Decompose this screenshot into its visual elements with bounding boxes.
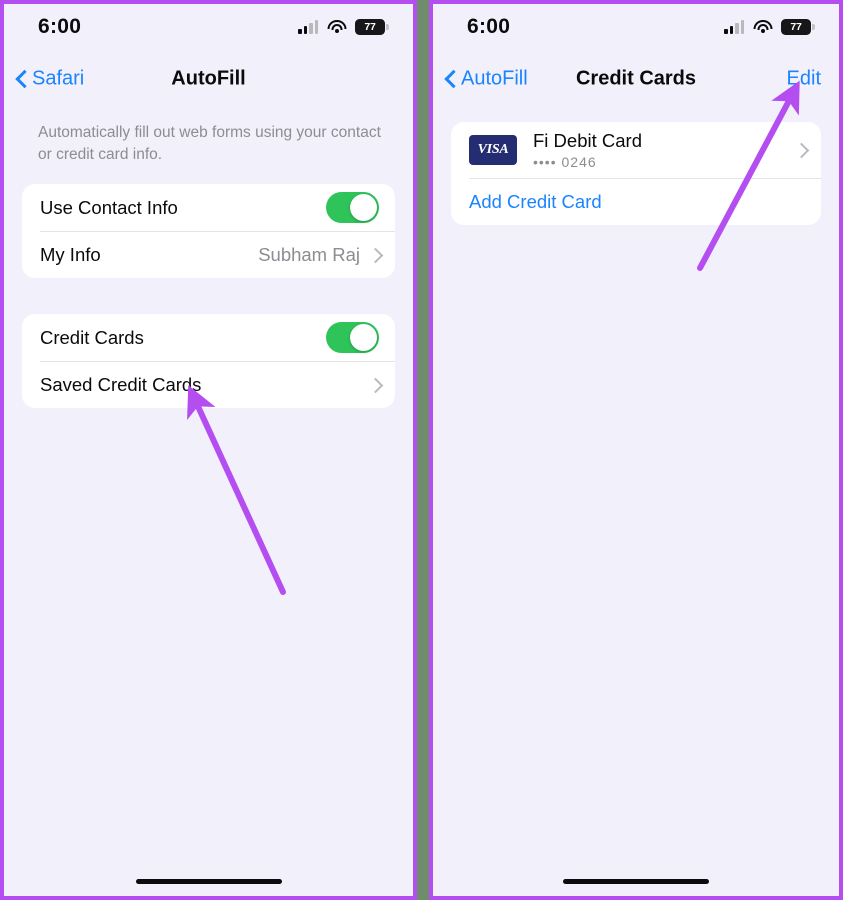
card-name-label: Fi Debit Card bbox=[533, 130, 642, 151]
screenshot-stage: 6:00 77 Safari AutoFill Automatically fi… bbox=[0, 0, 843, 900]
row-label: Use Contact Info bbox=[40, 196, 178, 218]
status-clock: 6:00 bbox=[467, 15, 511, 38]
page-title: AutoFill bbox=[171, 67, 246, 90]
battery-percent-label: 77 bbox=[790, 21, 802, 33]
chevron-right-icon bbox=[370, 377, 379, 393]
add-credit-card-row[interactable]: Add Credit Card bbox=[451, 178, 821, 225]
chevron-right-icon bbox=[796, 142, 805, 158]
credit-cards-toggle[interactable] bbox=[326, 322, 379, 353]
row-label: Saved Credit Cards bbox=[40, 373, 202, 395]
card-list-item[interactable]: VISA Fi Debit Card •••• 0246 bbox=[451, 122, 821, 178]
phone-screenshot-credit-cards: 6:00 77 AutoFill Credit Cards Edit VISA … bbox=[429, 0, 843, 900]
wifi-icon bbox=[327, 20, 346, 34]
page-title: Credit Cards bbox=[575, 67, 697, 90]
visa-wordmark: VISA bbox=[477, 142, 509, 157]
battery-percent-label: 77 bbox=[364, 21, 376, 33]
credit-cards-screen: 6:00 77 AutoFill Credit Cards Edit VISA … bbox=[433, 4, 839, 896]
row-credit-cards[interactable]: Credit Cards bbox=[22, 314, 395, 361]
chevron-right-icon bbox=[370, 247, 379, 263]
credit-cards-group: Credit Cards Saved Credit Cards bbox=[22, 314, 395, 408]
autofill-screen: 6:00 77 Safari AutoFill Automatically fi… bbox=[4, 4, 413, 896]
status-bar: 6:00 77 bbox=[4, 4, 413, 50]
row-my-info[interactable]: My Info Subham Raj bbox=[22, 231, 395, 278]
row-label: My Info bbox=[40, 243, 101, 265]
phone-screenshot-autofill: 6:00 77 Safari AutoFill Automatically fi… bbox=[0, 0, 417, 900]
wifi-icon bbox=[753, 20, 772, 34]
my-info-value: Subham Raj bbox=[258, 243, 360, 265]
navigation-bar: AutoFill Credit Cards Edit bbox=[433, 50, 839, 108]
battery-icon: 77 bbox=[355, 19, 389, 35]
home-indicator bbox=[135, 878, 282, 884]
saved-cards-group: VISA Fi Debit Card •••• 0246 Add Credit … bbox=[451, 122, 821, 225]
row-label: Credit Cards bbox=[40, 326, 144, 348]
status-bar: 6:00 77 bbox=[433, 4, 839, 50]
autofill-description: Automatically fill out web forms using y… bbox=[38, 124, 381, 163]
row-use-contact-info[interactable]: Use Contact Info bbox=[22, 184, 395, 231]
home-indicator bbox=[563, 878, 709, 884]
status-icons: 77 bbox=[298, 19, 389, 35]
visa-card-icon: VISA bbox=[469, 135, 517, 165]
edit-button[interactable]: Edit bbox=[787, 68, 821, 91]
status-icons: 77 bbox=[724, 19, 815, 35]
battery-icon: 77 bbox=[781, 19, 815, 35]
contact-info-group: Use Contact Info My Info Subham Raj bbox=[22, 184, 395, 278]
add-credit-card-label: Add Credit Card bbox=[469, 190, 602, 212]
cellular-signal-icon bbox=[724, 20, 744, 34]
status-clock: 6:00 bbox=[38, 15, 82, 38]
row-saved-credit-cards[interactable]: Saved Credit Cards bbox=[22, 361, 395, 408]
card-masked-number: •••• 0246 bbox=[533, 154, 597, 170]
use-contact-info-toggle[interactable] bbox=[326, 192, 379, 223]
navigation-bar: Safari AutoFill bbox=[4, 50, 413, 108]
cellular-signal-icon bbox=[298, 20, 318, 34]
